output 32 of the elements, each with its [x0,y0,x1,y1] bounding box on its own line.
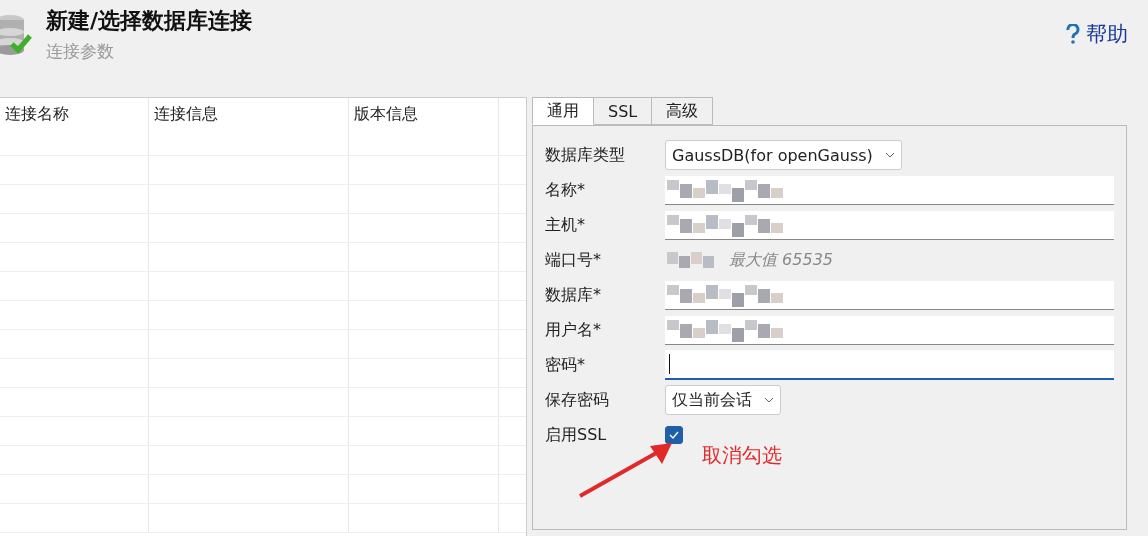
field-label: 启用SSL [545,424,608,446]
column-header[interactable]: 版本信息 [349,98,499,155]
checkmark-icon [669,431,679,439]
question-icon [1066,24,1080,44]
field-label: 名称* [545,179,586,201]
help-button[interactable]: 帮助 [1066,20,1128,48]
input-hint: 最大值 65535 [729,249,833,271]
checkbox[interactable] [665,426,683,444]
input-field[interactable] [665,350,1114,380]
dialog-subtitle: 连接参数 [46,40,115,63]
column-header[interactable]: 连接名称 [0,98,149,155]
field-label: 密码* [545,354,586,376]
chevron-down-icon [884,152,895,158]
field-label: 用户名* [545,319,602,341]
tab[interactable]: 通用 [532,97,594,125]
field-label: 端口号* [545,249,602,271]
input-field[interactable] [665,210,1114,240]
annotation-text: 取消勾选 [702,442,782,469]
chevron-down-icon [764,397,774,403]
dropdown[interactable]: 仅当前会话 [665,385,781,415]
field-label: 数据库* [545,284,602,306]
input-field[interactable] [665,175,1114,205]
field-label: 数据库类型 [545,144,626,166]
input-field[interactable] [665,280,1114,310]
dropdown[interactable]: GaussDB(for openGauss) [665,140,902,170]
field-label: 保存密码 [545,389,610,411]
field-label: 主机* [545,214,586,236]
column-header[interactable]: 连接信息 [149,98,349,155]
input-field[interactable] [665,315,1114,345]
dialog-title: 新建/选择数据库连接 [46,7,253,35]
tab[interactable]: SSL [594,97,653,125]
tab[interactable]: 高级 [652,97,714,125]
